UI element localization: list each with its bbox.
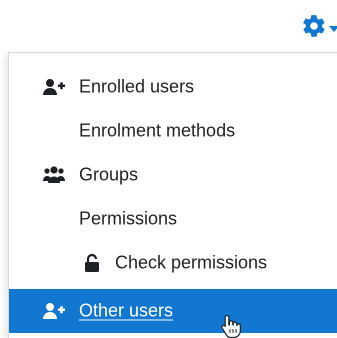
user-plus-icon: [43, 302, 65, 320]
chevron-down-icon: [329, 26, 337, 32]
menu-item-label: Groups: [79, 164, 139, 185]
menu-item-label: Check permissions: [115, 252, 268, 273]
menu-item-groups[interactable]: Groups: [9, 153, 337, 197]
settings-menu-toggle[interactable]: [277, 10, 337, 44]
menu-item-other-users[interactable]: Other users: [9, 289, 337, 333]
dropdown-menu: Enrolled users Enrolment methods Groups: [8, 52, 337, 338]
menu-item-label: Enrolled users: [79, 76, 195, 97]
users-icon: [43, 166, 65, 184]
menu-item-label: Other users: [79, 300, 174, 321]
menu-item-label: Permissions: [79, 208, 178, 229]
menu-item-check-permissions[interactable]: Check permissions: [9, 241, 337, 285]
menu-item-label: Enrolment methods: [79, 120, 236, 141]
user-plus-icon: [43, 78, 65, 96]
menu-item-permissions[interactable]: Permissions: [9, 197, 337, 241]
gear-icon: [303, 15, 325, 37]
menu-item-enrolled-users[interactable]: Enrolled users: [9, 65, 337, 109]
unlock-icon: [81, 254, 103, 272]
page: Enrolled users Enrolment methods Groups: [0, 0, 337, 338]
menu-item-enrolment-methods[interactable]: Enrolment methods: [9, 109, 337, 153]
